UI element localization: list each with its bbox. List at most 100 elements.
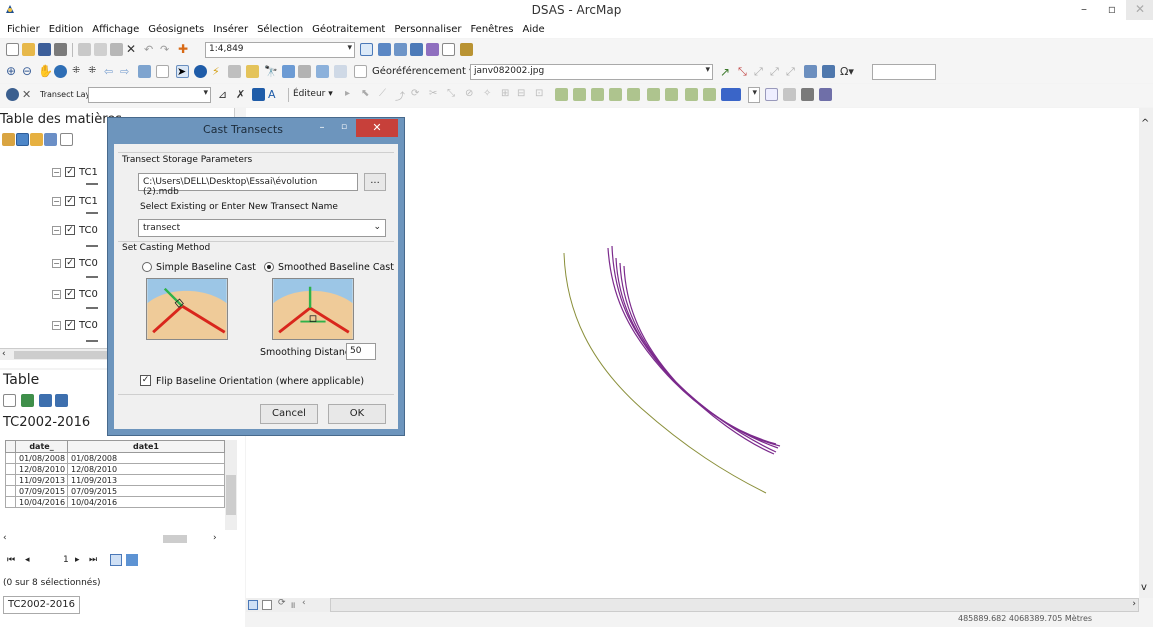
related-tables-icon[interactable] [21,394,34,407]
python-window-icon[interactable] [442,43,455,56]
layer-visibility-checkbox[interactable]: ✓ [65,258,75,268]
model-builder-icon[interactable] [460,43,473,56]
dsas-7-icon[interactable] [665,88,678,101]
ok-button[interactable]: OK [328,404,386,424]
editor-menu[interactable]: Éditeur ▾ [293,89,333,99]
flip-baseline-label[interactable]: Flip Baseline Orientation (where applica… [156,376,364,387]
table-tab[interactable]: TC2002-2016 [3,596,81,614]
georeferencing-menu[interactable]: Géoréférencement ▾ [372,66,474,77]
scroll-left-icon[interactable]: ‹ [302,598,306,608]
straight-segment-icon[interactable]: ⟋ [379,88,392,101]
layer-visibility-checkbox[interactable]: ✓ [65,289,75,299]
find-icon[interactable]: 🔭 [264,65,278,78]
map-horizontal-scrollbar[interactable]: › [330,598,1139,612]
layout-view-icon[interactable] [262,600,272,610]
clip-transects-icon[interactable]: ✗ [236,88,249,101]
sketch-properties-icon[interactable]: ⊟ [517,88,530,101]
scroll-right-icon[interactable]: › [1132,599,1136,609]
table-cell[interactable]: 12/08/2010 [67,463,225,475]
report-icon[interactable] [801,88,814,101]
zoom-in-icon[interactable]: ⊕ [6,65,19,78]
copy-icon[interactable] [94,43,107,56]
show-all-records-icon[interactable] [110,554,122,566]
open-folder-icon[interactable] [22,43,35,56]
table-row[interactable]: 11/09/2013 11/09/2013 [5,474,225,486]
color-dropdown[interactable]: ▾ [748,87,760,103]
table-cell[interactable]: 10/04/2016 [67,496,225,508]
paste-icon[interactable] [110,43,123,56]
simple-cast-label[interactable]: Simple Baseline Cast [156,262,256,273]
menu-selection[interactable]: Sélection [257,24,303,35]
smoothing-distance-input[interactable]: 50 [346,343,376,360]
table-row[interactable]: 10/04/2016 10/04/2016 [5,496,225,508]
magnifier-combo[interactable] [872,64,936,80]
table-cell[interactable]: 11/09/2013 [15,474,68,486]
row-selector[interactable] [5,452,16,464]
menu-edition[interactable]: Edition [49,24,84,35]
list-by-source-icon[interactable] [16,133,29,146]
dsas-2-icon[interactable] [573,88,586,101]
dialog-minimize-button[interactable]: – [315,122,329,133]
globe-icon[interactable] [6,88,19,101]
scroll-left-icon[interactable]: ‹ [2,349,6,359]
cancel-button[interactable]: Cancel [260,404,318,424]
column-header[interactable]: date_ [15,440,68,453]
save-icon[interactable] [38,43,51,56]
print-icon[interactable] [54,43,67,56]
delete-icon[interactable]: ✕ [126,43,139,56]
attributes-icon[interactable]: ⊞ [501,88,514,101]
select-features-icon[interactable] [138,65,151,78]
transect-layer-combo[interactable]: ▾ [88,87,211,103]
layer-visibility-checkbox[interactable]: ✓ [65,320,75,330]
graph-icon[interactable] [783,88,796,101]
table-cell[interactable]: 01/08/2008 [15,452,68,464]
text-icon[interactable]: A [268,88,281,101]
reshape-icon[interactable]: ⤡ [447,88,460,101]
toc-layer-row[interactable]: − ✓ TC0 [52,318,98,332]
list-by-visibility-icon[interactable] [30,133,43,146]
undo-icon[interactable]: ↶ [144,43,157,56]
table-cell[interactable]: 10/04/2016 [15,496,68,508]
table-row[interactable]: 01/08/2008 01/08/2008 [5,452,225,464]
table-horizontal-scrollbar[interactable]: ‹ › [3,533,223,545]
storage-path-field[interactable]: C:\Users\DELL\Desktop\Essai\évolution (2… [138,173,358,197]
fixed-zoom-out-icon[interactable]: ⁜ [88,65,101,78]
magnifier-icon[interactable]: Ω▾ [840,65,854,78]
rotate-feature-icon[interactable]: ✧ [483,88,496,101]
xy-goto-icon[interactable] [298,65,311,78]
dsas-3-icon[interactable] [591,88,604,101]
viewer-icon[interactable] [822,65,835,78]
layer-visibility-checkbox[interactable]: ✓ [65,225,75,235]
collapse-icon[interactable]: − [52,225,61,235]
table-cell[interactable]: 07/09/2015 [67,485,225,497]
collapse-icon[interactable]: − [52,320,61,330]
add-control-points-icon[interactable]: ↗ [720,65,733,79]
data-view-icon[interactable] [248,600,258,610]
refresh-icon[interactable]: ⟳ [278,598,286,608]
toc-window-icon[interactable] [378,43,391,56]
edit-tool-icon[interactable]: ▸ [345,88,358,101]
forward-extent-icon[interactable]: ⇨ [120,65,133,78]
shift-icon[interactable]: ⤢ [770,65,783,78]
rotate-icon[interactable]: ⤢ [754,65,767,78]
toc-layer-row[interactable]: − ✓ TC1 [52,194,98,208]
scroll-down-icon[interactable]: v [1141,582,1147,593]
viewer-window-icon[interactable] [334,65,347,78]
pause-drawing-icon[interactable]: ॥ [290,598,295,611]
collapse-icon[interactable]: − [52,167,61,177]
dialog-maximize-button[interactable]: ▫ [337,122,351,132]
table-row[interactable]: 12/08/2010 12/08/2010 [5,463,225,475]
scale-icon[interactable]: ⤢ [786,65,799,78]
table-cell[interactable]: 01/08/2008 [67,452,225,464]
toc-layer-row[interactable]: − ✓ TC1 [52,165,98,179]
route-icon[interactable] [282,65,295,78]
identify-icon[interactable] [194,65,207,78]
menu-inserer[interactable]: Insérer [213,24,248,35]
scrollbar-thumb[interactable] [163,535,187,543]
time-slider-icon[interactable] [316,65,329,78]
maximize-button[interactable]: ▫ [1098,0,1126,20]
select-by-attributes-icon[interactable] [39,394,52,407]
row-selector[interactable] [5,485,16,497]
cut-icon[interactable] [78,43,91,56]
close-button[interactable]: ✕ [1126,0,1153,20]
